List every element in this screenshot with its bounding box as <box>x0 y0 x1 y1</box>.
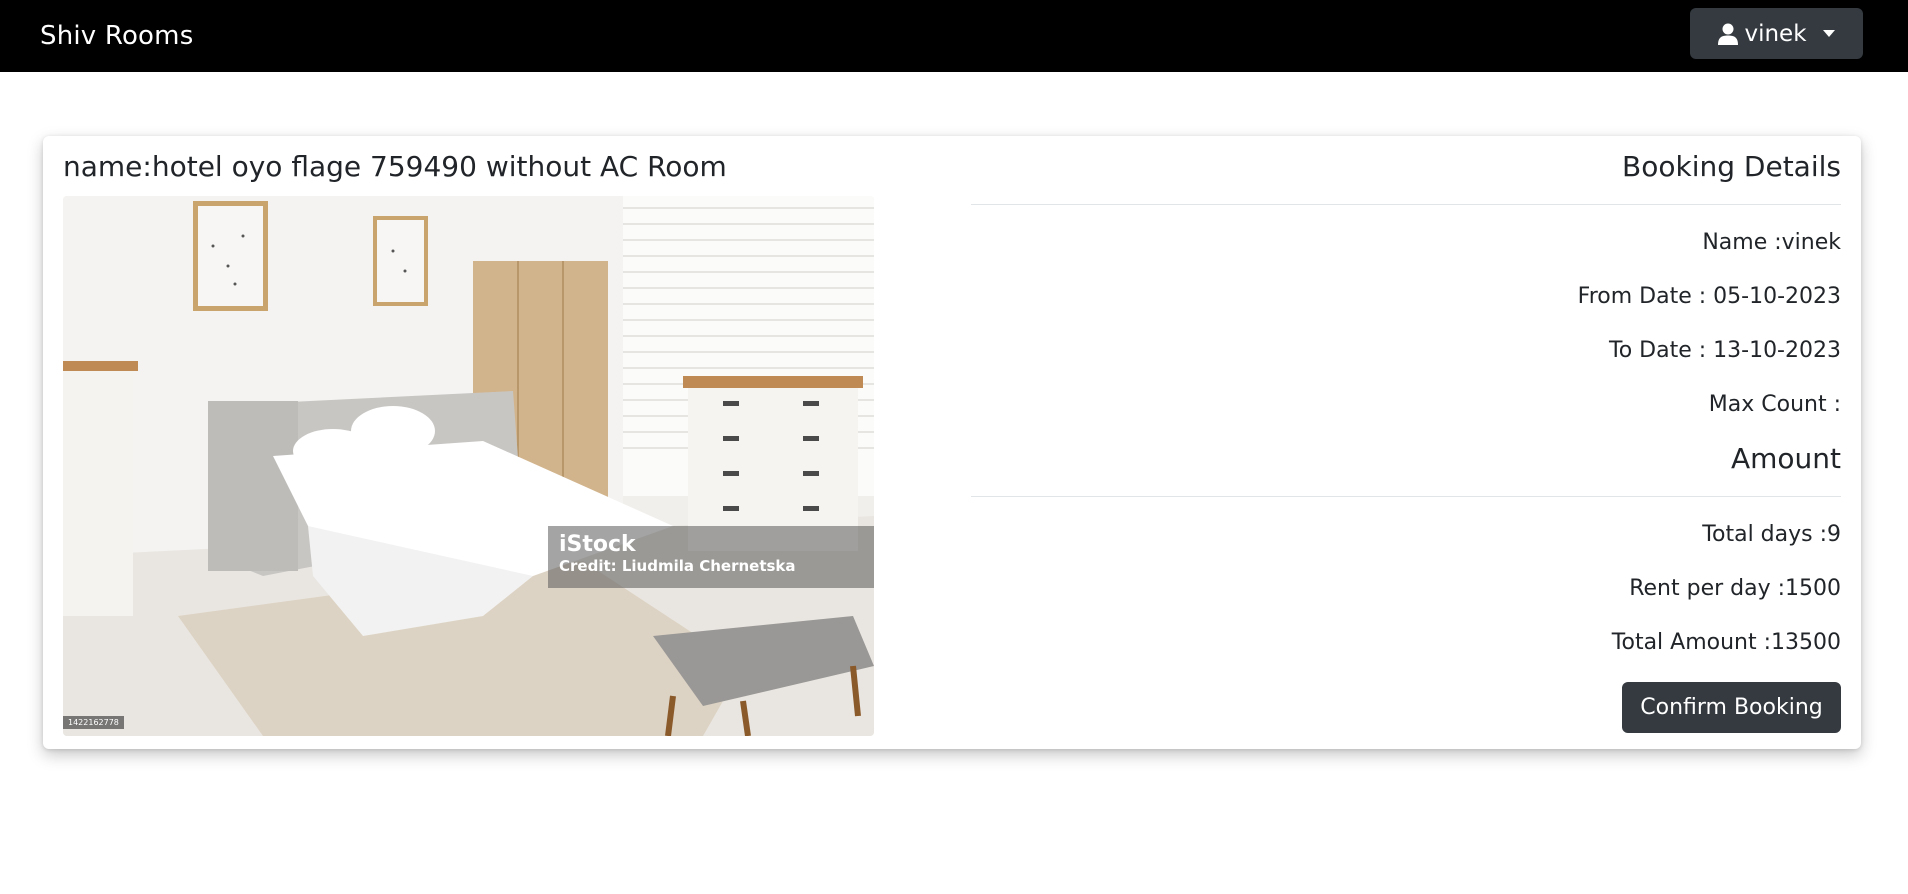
booking-max-count: Max Count : <box>1708 392 1841 417</box>
booking-from-date: From Date : 05-10-2023 <box>1577 284 1841 309</box>
booking-to-date: To Date : 13-10-2023 <box>1609 338 1841 363</box>
user-menu-label: vinek <box>1744 20 1807 47</box>
bedroom-illustration <box>63 196 874 736</box>
booking-name: Name :vinek <box>1702 230 1841 255</box>
user-menu-button[interactable]: vinek <box>1690 8 1863 59</box>
caret-down-icon <box>1822 30 1835 37</box>
navbar: Shiv Rooms vinek <box>0 0 1908 72</box>
booking-details-panel: Booking Details Name :vinek From Date : … <box>971 136 1841 749</box>
image-id-badge: 1422162778 <box>63 716 124 729</box>
rent-per-day: Rent per day :1500 <box>1629 576 1841 601</box>
room-title: name:hotel oyo flage 759490 without AC R… <box>63 150 727 183</box>
room-photo: iStock Credit: Liudmila Chernetska 14221… <box>63 196 874 736</box>
confirm-booking-button[interactable]: Confirm Booking <box>1622 682 1841 733</box>
total-amount: Total Amount :13500 <box>1611 630 1841 655</box>
divider <box>971 204 1841 205</box>
user-icon <box>1718 23 1739 45</box>
watermark-credit: Credit: Liudmila Chernetska <box>559 557 796 575</box>
brand-title[interactable]: Shiv Rooms <box>40 21 193 51</box>
total-days: Total days :9 <box>1702 522 1841 547</box>
amount-heading: Amount <box>1730 442 1841 475</box>
watermark-brand: iStock <box>559 532 636 557</box>
istock-watermark: iStock Credit: Liudmila Chernetska <box>559 532 796 575</box>
booking-details-heading: Booking Details <box>1622 150 1841 183</box>
booking-card: name:hotel oyo flage 759490 without AC R… <box>43 136 1861 749</box>
divider <box>971 496 1841 497</box>
